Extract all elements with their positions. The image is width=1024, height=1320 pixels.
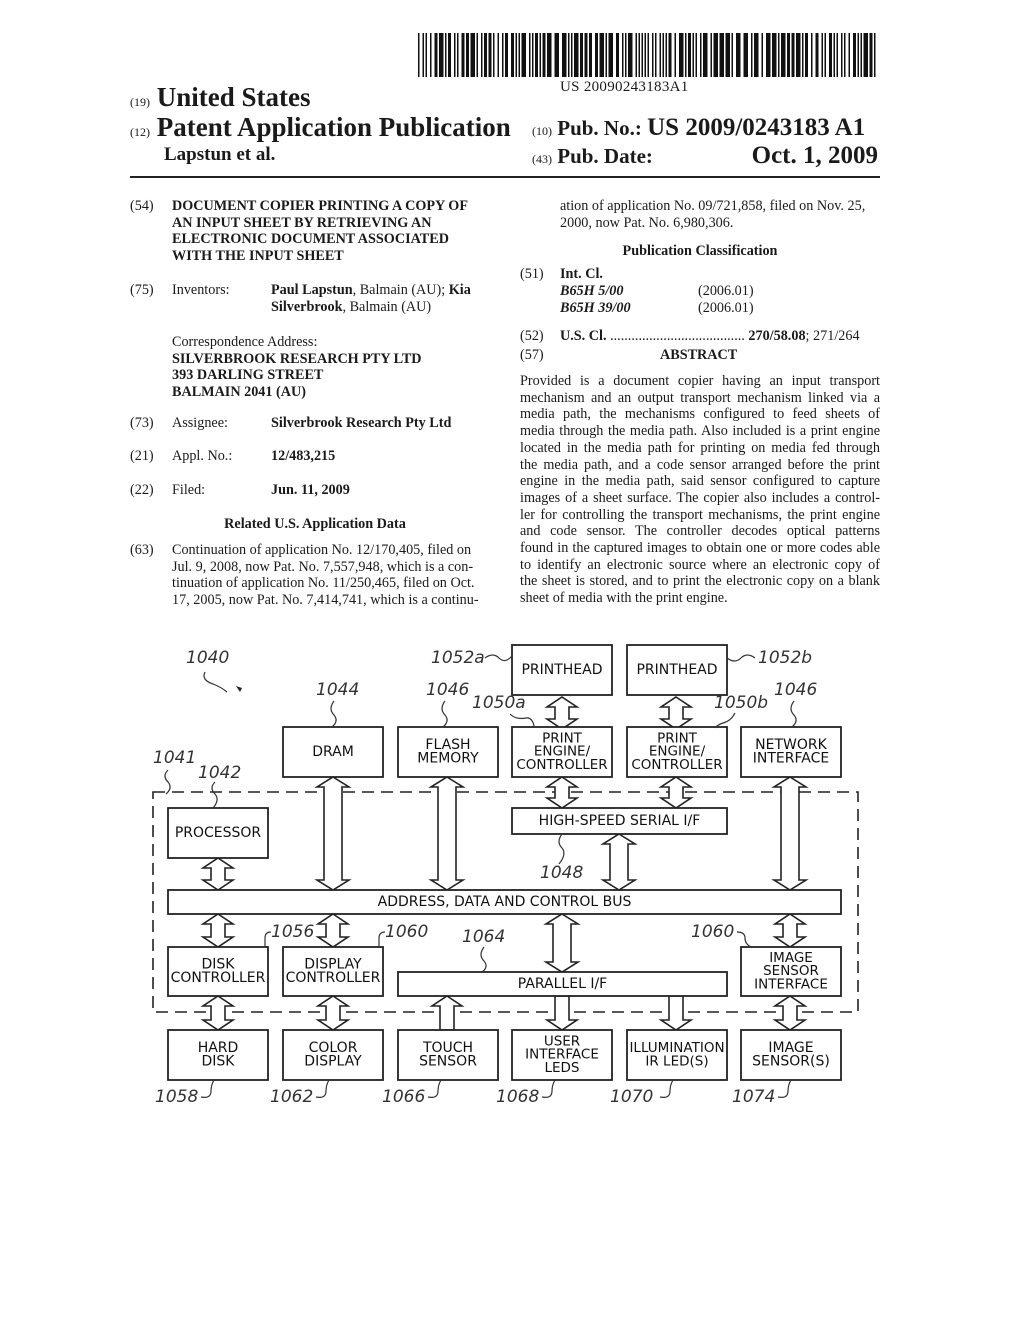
hard-disk-block-label: DISK xyxy=(202,1054,236,1070)
ref-1052b-leader xyxy=(726,654,756,662)
bus-parallel-arrow xyxy=(543,913,581,973)
ref-1066-leader xyxy=(427,1079,442,1098)
ref-1052a-leader xyxy=(484,654,513,662)
dram-block-label: DRAM xyxy=(312,744,354,760)
ref-1060-image-leader xyxy=(736,931,752,948)
disk-controller-block: DISKCONTROLLER xyxy=(167,946,269,997)
ref-1046-network-leader xyxy=(790,700,797,728)
parallel-ui-leds-arrow xyxy=(544,995,580,1031)
color-display-block: COLORDISPLAY xyxy=(282,1029,384,1081)
bus-img-if-arrow xyxy=(772,913,808,948)
ref-1040-leader xyxy=(203,671,228,693)
ref-1050b: 1050b xyxy=(714,693,768,713)
ref-1040: 1040 xyxy=(186,648,229,668)
print-engine-b-block-label: CONTROLLER xyxy=(631,757,722,773)
image-sensor-interface-block: IMAGESENSORINTERFACE xyxy=(740,946,842,997)
printhead-b-block-label: PRINTHEAD xyxy=(636,662,717,678)
disk-ctrl-hd-arrow xyxy=(200,995,236,1031)
flash-memory-block-label: MEMORY xyxy=(417,751,479,767)
high-speed-serial-block: HIGH-SPEED SERIAL I/F xyxy=(511,807,728,835)
ref-1050a: 1050a xyxy=(472,693,526,713)
ref-1052a: 1052a xyxy=(431,648,485,668)
network-interface-block: NETWORKINTERFACE xyxy=(740,726,842,778)
printhead-a-block-label: PRINTHEAD xyxy=(521,662,602,678)
parallel-illum-arrow xyxy=(658,995,694,1031)
ref-1070-leader xyxy=(659,1079,674,1098)
display-controller-block: DISPLAYCONTROLLER xyxy=(282,946,384,997)
serial-bus-arrow xyxy=(600,833,638,891)
ref-1044: 1044 xyxy=(316,680,359,700)
print-engine-a-block: PRINTENGINE/CONTROLLER xyxy=(511,726,613,778)
ref-1046-network: 1046 xyxy=(774,680,817,700)
ref-1060-image: 1060 xyxy=(691,922,734,942)
flash-memory-block: FLASHMEMORY xyxy=(397,726,499,778)
illumination-ir-leds-block-label: IR LED(S) xyxy=(645,1053,708,1069)
address-data-control-bus-label: ADDRESS, DATA AND CONTROL BUS xyxy=(378,894,632,910)
printhead-b-block: PRINTHEAD xyxy=(626,644,728,696)
disk-controller-block-label: CONTROLLER xyxy=(171,970,266,986)
touch-sensor-block: TOUCHSENSOR xyxy=(397,1029,499,1081)
user-interface-leds-block-label: LEDS xyxy=(544,1060,579,1076)
ref-1074-leader xyxy=(777,1079,792,1098)
ref-1074: 1074 xyxy=(732,1087,775,1107)
ref-1046-flash: 1046 xyxy=(426,680,469,700)
ref-1041-leader xyxy=(164,769,171,795)
ref-1048: 1048 xyxy=(540,863,583,883)
touch-sensor-block-label: SENSOR xyxy=(419,1054,477,1070)
ref-1044-leader xyxy=(330,700,337,728)
network-bus-arrow xyxy=(771,776,809,891)
ref-1050b-leader xyxy=(714,712,736,729)
bus-disp-ctrl-arrow xyxy=(315,913,351,948)
image-sensor-block: IMAGESENSOR(S) xyxy=(740,1029,842,1081)
high-speed-serial-block-label: HIGH-SPEED SERIAL I/F xyxy=(539,813,701,829)
block-diagram: PRINTHEAD PRINTHEADDRAM FLASHMEMORYPRINTEN… xyxy=(152,644,859,1107)
ref-1066: 1066 xyxy=(382,1087,425,1107)
bus-disk-ctrl-arrow xyxy=(200,913,236,948)
ref-1068: 1068 xyxy=(496,1087,539,1107)
address-data-control-bus: ADDRESS, DATA AND CONTROL BUS xyxy=(167,889,842,915)
printhead-a-block: PRINTHEAD xyxy=(511,644,613,696)
ref-1040-arrowhead xyxy=(236,686,242,692)
image-sensor-interface-block-label: INTERFACE xyxy=(754,976,828,992)
dram-block: DRAM xyxy=(282,726,384,778)
img-if-sensor-arrow xyxy=(772,995,808,1031)
printhead-a-arrow xyxy=(544,696,580,730)
ref-1058-leader xyxy=(200,1079,215,1098)
touch-parallel-arrow xyxy=(429,995,465,1031)
ref-1042-leader xyxy=(211,781,218,809)
hard-disk-block: HARDDISK xyxy=(167,1029,269,1081)
ref-1041: 1041 xyxy=(153,748,196,768)
parallel-if-block-label: PARALLEL I/F xyxy=(518,976,607,992)
ref-1058: 1058 xyxy=(155,1087,198,1107)
parallel-if-block: PARALLEL I/F xyxy=(397,971,728,997)
flash-bus-arrow xyxy=(428,776,466,891)
ref-1068-leader xyxy=(541,1079,556,1098)
ref-1064: 1064 xyxy=(462,927,505,947)
printhead-b-arrow xyxy=(658,696,694,730)
ref-1046-flash-leader xyxy=(441,700,448,728)
ref-1060-display: 1060 xyxy=(385,922,428,942)
ref-1062-leader xyxy=(315,1079,330,1098)
network-interface-block-label: INTERFACE xyxy=(753,751,829,767)
ref-1052b: 1052b xyxy=(758,648,812,668)
image-sensor-block-label: SENSOR(S) xyxy=(752,1054,830,1070)
ref-1062: 1062 xyxy=(270,1087,313,1107)
disp-ctrl-color-arrow xyxy=(315,995,351,1031)
print-engine-b-block: PRINTENGINE/CONTROLLER xyxy=(626,726,728,778)
ref-1042: 1042 xyxy=(198,763,241,783)
illumination-ir-leds-block: ILLUMINATIONIR LED(S) xyxy=(626,1029,728,1081)
display-controller-block-label: CONTROLLER xyxy=(286,970,381,986)
ref-1064-leader xyxy=(480,946,487,973)
processor-bus-arrow xyxy=(200,857,236,891)
print-engine-a-block-label: CONTROLLER xyxy=(516,757,607,773)
color-display-block-label: DISPLAY xyxy=(304,1054,362,1070)
ref-1056: 1056 xyxy=(271,922,314,942)
processor-block-label: PROCESSOR xyxy=(175,825,262,841)
ref-1048-leader xyxy=(558,833,565,865)
dram-bus-arrow xyxy=(314,776,352,891)
ref-1070: 1070 xyxy=(610,1087,653,1107)
processor-block: PROCESSOR xyxy=(167,807,269,859)
user-interface-leds-block: USERINTERFACELEDS xyxy=(511,1029,613,1081)
ref-1050a-leader xyxy=(509,713,535,727)
